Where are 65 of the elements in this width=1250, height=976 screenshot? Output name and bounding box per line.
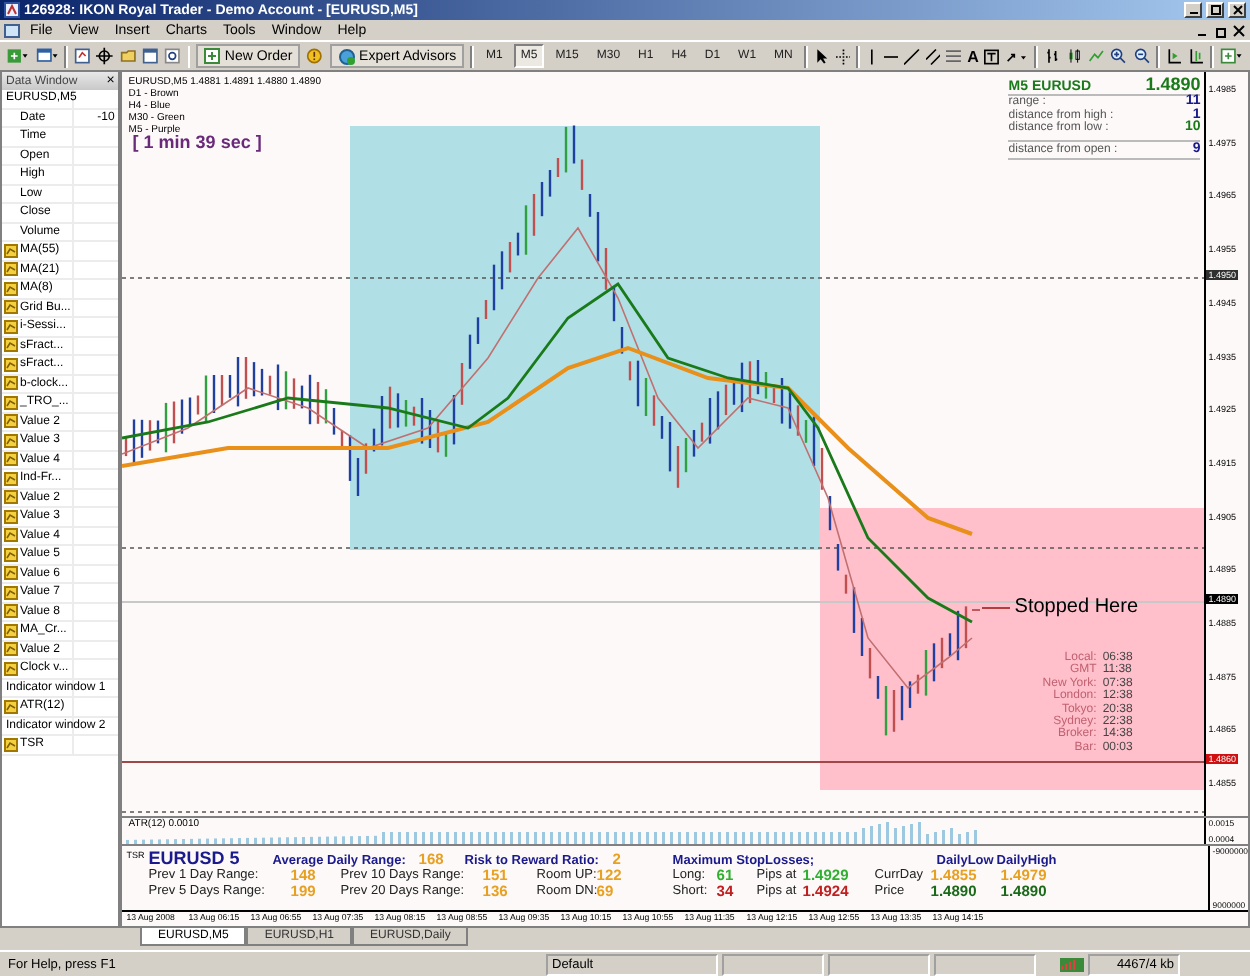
chart-shift-icon[interactable]: [1165, 46, 1183, 66]
panel-text: EURUSD 5: [148, 848, 242, 868]
indicator-icon: [4, 433, 18, 448]
status-panel: [722, 953, 824, 975]
fibonacci-icon[interactable]: [946, 47, 962, 65]
indicator-icon: [4, 490, 18, 505]
minimize-button[interactable]: [1184, 2, 1202, 18]
candlestick-icon[interactable]: [1065, 46, 1083, 66]
market-watch-icon[interactable]: [74, 46, 91, 66]
stop-line: [971, 609, 982, 611]
crosshair-icon[interactable]: [835, 47, 851, 65]
profiles-icon[interactable]: [35, 46, 59, 66]
indicator-icon: [4, 414, 18, 429]
indicator-icon: [4, 509, 18, 524]
vertical-line-icon[interactable]: [865, 47, 878, 65]
document-icon: [4, 22, 20, 38]
zoom-in-icon[interactable]: [1110, 46, 1128, 66]
indicator-icon: [4, 243, 18, 258]
indicator-icon: [4, 699, 18, 714]
new-chart-icon[interactable]: [6, 46, 30, 66]
autoscroll-icon[interactable]: [1188, 46, 1205, 66]
zoom-out-icon[interactable]: [1133, 46, 1151, 66]
leader-line: [982, 605, 1011, 609]
crosshair-icon[interactable]: [96, 46, 114, 66]
close-icon[interactable]: [1232, 23, 1246, 37]
indicator-icon: [4, 528, 18, 543]
status-panel: [828, 953, 930, 975]
indicator-icon: [4, 300, 18, 315]
restore-button[interactable]: [1206, 2, 1224, 18]
window-icon[interactable]: [141, 46, 159, 66]
indicator-icon: [4, 585, 18, 600]
indicator-icon: [4, 357, 18, 372]
bar-timer: [ 1 min 39 sec ]: [132, 132, 262, 152]
channel-icon[interactable]: [925, 47, 941, 65]
chart-annotation: Stopped Here: [1014, 596, 1139, 618]
indicator-icon: [4, 566, 18, 581]
close-button[interactable]: [1228, 2, 1246, 18]
plus-icon: [204, 48, 221, 64]
price-value: 1.4890: [1145, 74, 1201, 94]
trend-line-icon[interactable]: [904, 47, 920, 65]
indicator-icon: [4, 642, 18, 657]
indicator-icon: [4, 338, 18, 353]
label-icon[interactable]: [984, 47, 1000, 65]
bar-chart-icon[interactable]: [1043, 46, 1060, 66]
indicator-icon: [4, 319, 18, 334]
indicator-icon: [4, 661, 18, 676]
indicator-icon: [4, 395, 18, 410]
text-tool[interactable]: A: [967, 47, 979, 65]
connection-icon: [1060, 957, 1084, 971]
info-icon[interactable]: [306, 46, 324, 66]
globe-icon: [337, 47, 356, 65]
close-icon: [1231, 4, 1243, 16]
indicator-icon: [4, 452, 18, 467]
indicator-icon: [4, 262, 18, 277]
indicator-icon: [4, 623, 18, 638]
app-icon: [4, 2, 20, 18]
indicator-icon: [4, 604, 18, 619]
indicator-icon: [4, 547, 18, 562]
indicator-icon: [4, 737, 18, 752]
status-panel: [934, 953, 1036, 975]
indicator-icon: [4, 471, 18, 486]
indicator-icon: [4, 376, 18, 391]
indicators-icon[interactable]: [1220, 46, 1244, 66]
indicator-icon: [4, 281, 18, 296]
cursor-icon[interactable]: [814, 46, 830, 66]
